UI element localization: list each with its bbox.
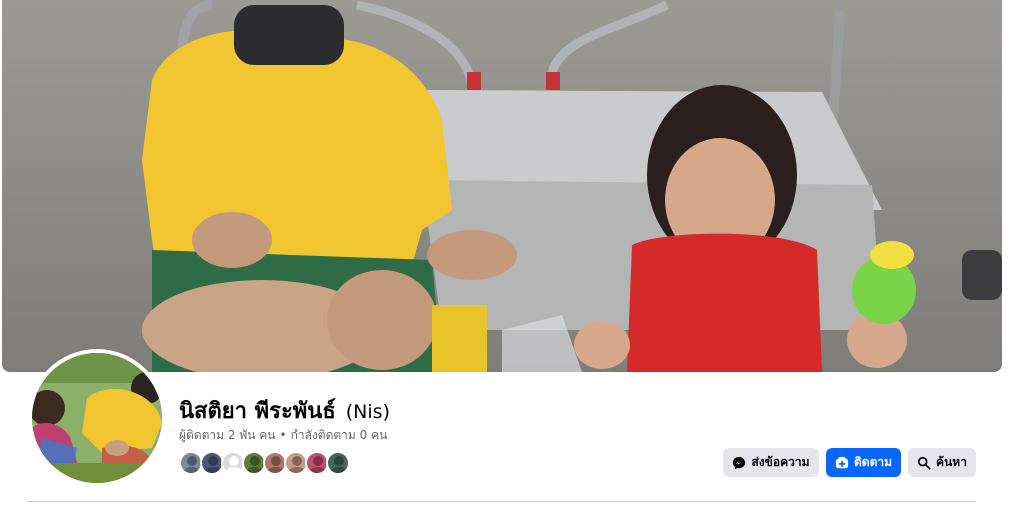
follow-button[interactable]: ติดตาม xyxy=(826,448,901,477)
page-scrollbar[interactable] xyxy=(1002,0,1019,512)
search-button-label: ค้นหา xyxy=(936,455,967,469)
header-divider xyxy=(27,501,976,502)
follow-stats: ผู้ติดตาม 2 พัน คน • กำลังติดตาม 0 คน xyxy=(179,426,387,445)
messenger-icon xyxy=(733,456,746,469)
friend-avatar[interactable] xyxy=(326,451,350,475)
stats-separator: • xyxy=(279,428,287,442)
follow-button-label: ติดตาม xyxy=(853,455,893,469)
profile-avatar-image xyxy=(32,353,162,483)
profile-alternate-name: (Nis) xyxy=(345,401,390,423)
profile-name-row: นิสติยา พีระพันธ์ (Nis) xyxy=(179,393,390,428)
message-button-label: ส่งข้อความ xyxy=(751,455,810,469)
cover-photo-image xyxy=(2,0,1002,372)
profile-name[interactable]: นิสติยา พีระพันธ์ xyxy=(179,393,336,428)
message-button[interactable]: ส่งข้อความ xyxy=(723,448,819,477)
profile-avatar[interactable] xyxy=(28,349,166,487)
follow-plus-icon xyxy=(835,456,849,468)
cover-photo[interactable] xyxy=(2,0,1002,372)
search-button[interactable]: ค้นหา xyxy=(908,448,976,477)
friend-avatar-list xyxy=(179,451,350,475)
following-count[interactable]: กำลังติดตาม 0 คน xyxy=(291,428,388,442)
followers-count[interactable]: ผู้ติดตาม 2 พัน คน xyxy=(179,428,275,442)
search-icon xyxy=(917,456,931,470)
